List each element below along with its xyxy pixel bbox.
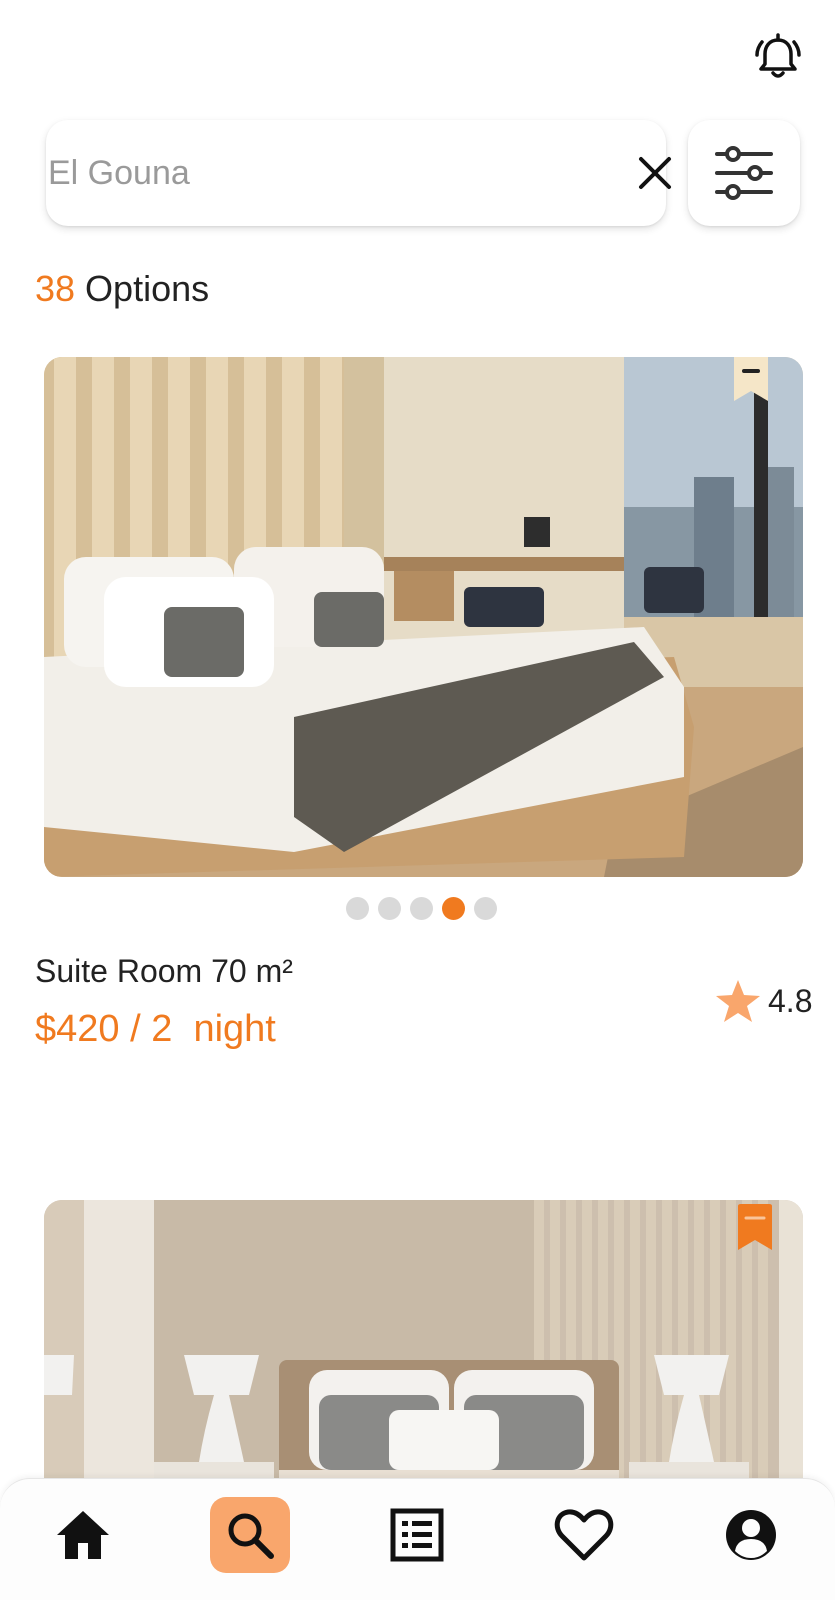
search-icon: [228, 1513, 274, 1559]
listing-image[interactable]: [44, 1200, 803, 1490]
bookmark-button[interactable]: [736, 1204, 774, 1254]
nav-search[interactable]: [210, 1497, 290, 1573]
listing-rating: 4.8: [714, 978, 812, 1024]
list-icon: [390, 1508, 444, 1562]
room-photo: [44, 357, 803, 877]
bell-icon: [755, 33, 801, 78]
nav-profile[interactable]: [711, 1497, 791, 1573]
notification-button[interactable]: [752, 30, 804, 84]
listing-price: $420 / 2 night: [35, 1008, 276, 1050]
results-count-number: 38: [35, 268, 76, 309]
bottom-navigation: [0, 1478, 835, 1600]
nav-home[interactable]: [43, 1497, 123, 1573]
nav-list[interactable]: [377, 1497, 457, 1573]
profile-icon: [726, 1510, 776, 1560]
search-bar: [46, 120, 671, 226]
home-icon: [57, 1511, 109, 1559]
carousel-dot[interactable]: [410, 897, 433, 920]
sliders-icon: [715, 146, 773, 200]
search-results-screen: 38 Options: [0, 0, 835, 1600]
nav-favorites[interactable]: [544, 1497, 624, 1573]
carousel-dot-active[interactable]: [442, 897, 465, 920]
star-icon: [716, 980, 760, 1022]
heart-icon: [554, 1509, 614, 1561]
close-icon: [639, 157, 671, 189]
carousel-indicator: [346, 897, 497, 920]
carousel-dot[interactable]: [378, 897, 401, 920]
search-input[interactable]: [46, 143, 566, 203]
results-count: 38 Options: [35, 268, 209, 310]
bookmark-icon: [734, 357, 768, 401]
rating-value: 4.8: [768, 982, 813, 1019]
listing-image[interactable]: [44, 357, 803, 877]
room-photo: [44, 1200, 803, 1490]
results-count-label: Options: [75, 268, 210, 309]
clear-search-button[interactable]: [632, 150, 678, 196]
carousel-dot[interactable]: [474, 897, 497, 920]
carousel-dot[interactable]: [346, 897, 369, 920]
listing-title[interactable]: Suite Room 70 m²: [35, 953, 293, 990]
filter-button[interactable]: [688, 120, 800, 226]
bookmark-icon: [738, 1204, 772, 1250]
bookmark-button[interactable]: [732, 357, 770, 403]
